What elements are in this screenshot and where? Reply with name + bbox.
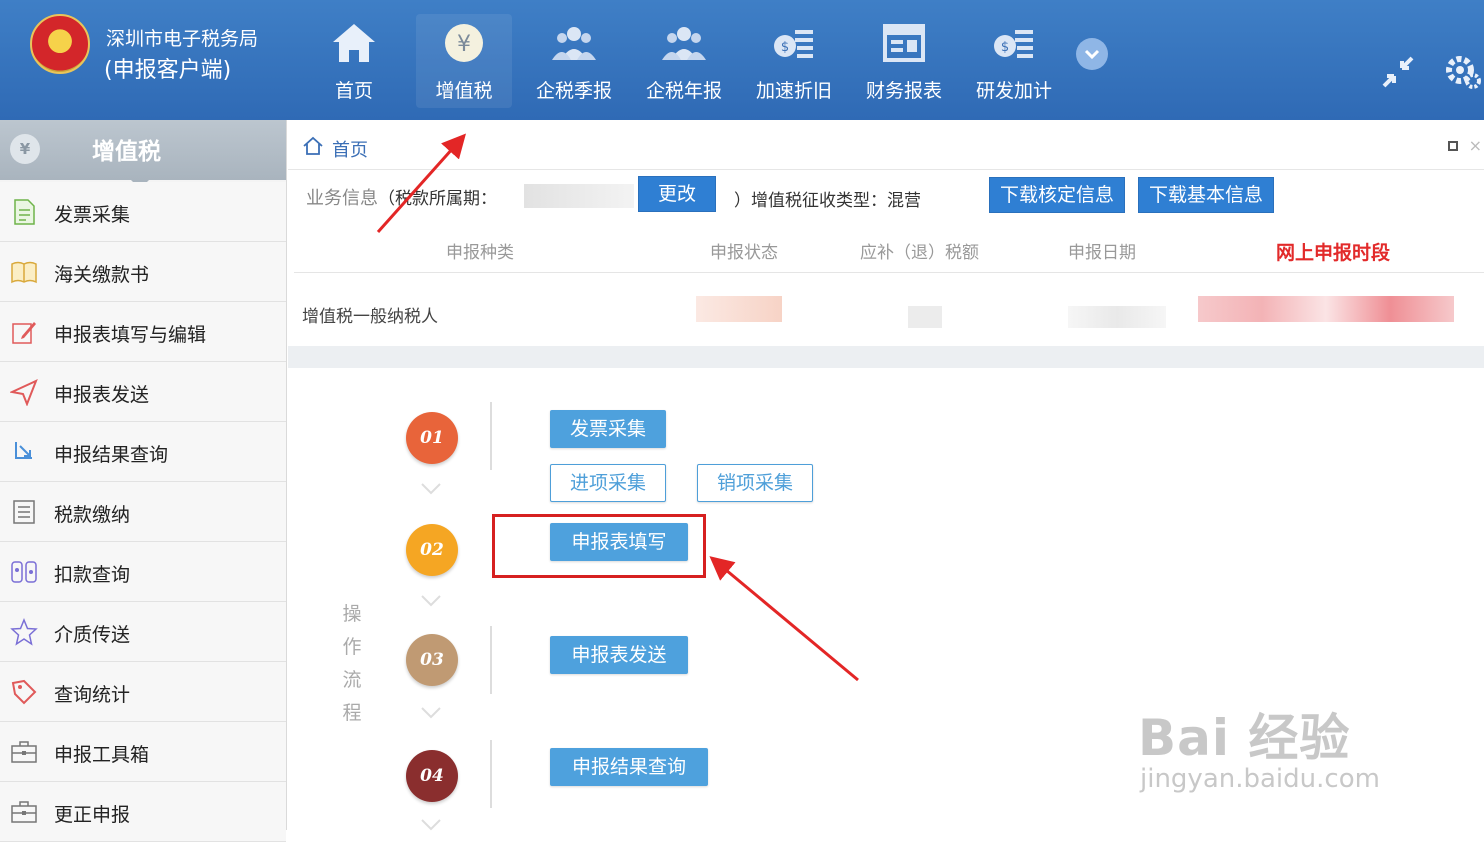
vat-type-text: ）增值税征收类型：混营 (734, 191, 921, 211)
nav-label: 首页 (334, 80, 373, 102)
column-header-online-period: 网上申报时段 (1276, 242, 1391, 264)
shrink-icon[interactable] (1378, 52, 1418, 92)
step-04-badge: 04 (406, 750, 458, 802)
sidebar-item-correction[interactable]: 更正申报 (0, 782, 286, 842)
nav-rd-deduction[interactable]: $ 研发加计 (966, 14, 1062, 108)
step-divider (490, 402, 492, 470)
more-nav-button[interactable] (1076, 38, 1108, 70)
chevron-down-icon (421, 707, 441, 719)
nav-financial-statements[interactable]: 财务报表 (856, 14, 952, 108)
tag-icon (11, 679, 37, 705)
sidebar-title: 增值税 (92, 139, 161, 165)
money-list-icon: $ (774, 30, 813, 58)
money-list-icon: $ (994, 30, 1033, 58)
sidebar-item-form-send[interactable]: 申报表发送 (0, 362, 286, 422)
document-icon (14, 199, 35, 225)
breadcrumb: 首页 × (288, 120, 1484, 170)
nav-accelerated-depreciation[interactable]: $ 加速折旧 (746, 14, 842, 108)
home-icon[interactable] (302, 135, 324, 157)
search-result-icon (15, 442, 32, 459)
column-header: 申报日期 (1068, 243, 1136, 263)
nav-label: 加速折旧 (755, 80, 832, 102)
toolbox-icon (11, 801, 37, 823)
sidebar-header: ¥ 增值税 (0, 120, 286, 189)
amount-value-redacted (908, 306, 942, 328)
users-icon (552, 27, 596, 60)
nav-label: 增值税 (435, 80, 493, 102)
star-icon (10, 618, 38, 646)
sidebar-item-media-transfer[interactable]: 介质传送 (0, 602, 286, 662)
main-content: 首页 × 业务信息（税款所属期： 更改 ）增值税征收类型：混营 下载核定信息 下… (288, 120, 1484, 831)
sidebar-item-result-query[interactable]: 申报结果查询 (0, 422, 286, 482)
org-name: 深圳市电子税务局 (106, 28, 259, 50)
yuan-icon: ¥ (445, 24, 483, 62)
step-divider (490, 740, 492, 808)
tax-period-value-redacted (524, 184, 634, 208)
nav-label: 企税季报 (535, 80, 612, 102)
yuan-icon: ¥ (10, 134, 40, 164)
business-info-label: 业务信息（税款所属期： (306, 188, 497, 209)
online-period-value-redacted (1198, 296, 1454, 322)
form-send-button[interactable]: 申报表发送 (550, 636, 688, 674)
chevron-down-icon (421, 595, 441, 607)
client-name: (申报客户端) (104, 58, 232, 83)
table-header-divider (294, 272, 1484, 273)
nav-home[interactable]: 首页 (306, 14, 402, 108)
date-value-redacted (1068, 306, 1166, 328)
nav-label: 企税年报 (645, 80, 722, 102)
svg-text:¥: ¥ (457, 32, 471, 57)
sidebar-item-tax-payment[interactable]: 税款缴纳 (0, 482, 286, 542)
step-divider (490, 626, 492, 694)
breadcrumb-home-link[interactable]: 首页 (332, 136, 368, 162)
users-icon (662, 27, 706, 60)
invoice-collection-button[interactable]: 发票采集 (550, 410, 666, 448)
svg-text:$: $ (781, 40, 789, 55)
operation-flow-label: 操 作 流 程 (342, 603, 362, 724)
sidebar-item-query-stats[interactable]: 查询统计 (0, 662, 286, 722)
send-icon (10, 379, 38, 406)
nav-label: 研发加计 (975, 80, 1052, 102)
sidebar-item-invoice-collection[interactable]: 发票采集 (0, 182, 286, 242)
deduction-icon (11, 561, 37, 583)
sidebar-item-form-edit[interactable]: 申报表填写与编辑 (0, 302, 286, 362)
sidebar: ¥ 增值税 发票采集 海关缴款书 申报表填写与编辑 申报表发送 申报结果查询 税… (0, 120, 287, 842)
chevron-down-icon (421, 483, 441, 495)
nav-corp-quarterly[interactable]: 企税季报 (526, 14, 622, 108)
nav-vat[interactable]: ¥ 增值税 (416, 14, 512, 108)
section-divider (288, 346, 1484, 368)
chevron-down-icon (1084, 49, 1100, 60)
change-period-button[interactable]: 更改 (638, 176, 716, 212)
settings-gear-icon[interactable] (1442, 52, 1482, 92)
sidebar-item-customs-payment[interactable]: 海关缴款书 (0, 242, 286, 302)
download-basic-info-button[interactable]: 下载基本信息 (1138, 177, 1274, 213)
svg-text:$: $ (1001, 40, 1009, 55)
input-invoice-collection-button[interactable]: 进项采集 (550, 464, 666, 502)
declaration-type-cell: 增值税一般纳税人 (302, 307, 438, 327)
annotation-highlight-box (492, 514, 706, 578)
close-icon[interactable]: × (1469, 136, 1482, 155)
tax-bureau-emblem-icon (30, 14, 90, 74)
sidebar-item-deduction-query[interactable]: 扣款查询 (0, 542, 286, 602)
book-icon (11, 261, 37, 284)
column-header: 申报种类 (446, 243, 514, 263)
top-navigation-bar: 深圳市电子税务局 (申报客户端) 首页 ¥ 增值税 企税季报 企税年报 $ 加速… (0, 0, 1484, 120)
column-header: 应补（退）税额 (860, 243, 979, 263)
toolbox-icon (11, 741, 37, 763)
download-verified-info-button[interactable]: 下载核定信息 (989, 177, 1125, 213)
report-icon (883, 24, 925, 62)
edit-icon (12, 322, 36, 344)
column-header: 申报状态 (710, 243, 778, 263)
sidebar-item-toolbox[interactable]: 申报工具箱 (0, 722, 286, 782)
home-icon (333, 24, 375, 62)
list-icon (13, 500, 35, 524)
output-invoice-collection-button[interactable]: 销项采集 (697, 464, 813, 502)
status-value-redacted (696, 296, 782, 322)
nav-label: 财务报表 (865, 80, 942, 102)
step-03-badge: 03 (406, 634, 458, 686)
step-02-badge: 02 (406, 524, 458, 576)
maximize-icon[interactable] (1448, 141, 1458, 151)
nav-corp-annual[interactable]: 企税年报 (636, 14, 732, 108)
result-query-button[interactable]: 申报结果查询 (550, 748, 708, 786)
step-01-badge: 01 (406, 412, 458, 464)
